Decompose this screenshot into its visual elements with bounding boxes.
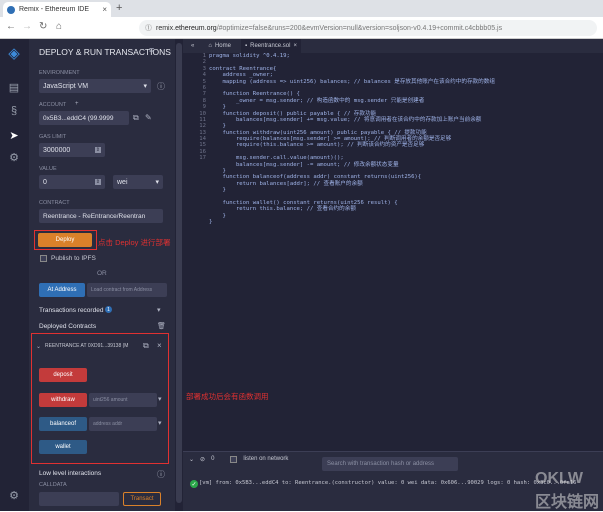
copy-icon[interactable]: ⧉ xyxy=(133,113,139,123)
deposit-button[interactable]: deposit xyxy=(39,368,87,382)
tab-reentrance[interactable]: ▪ Reentrance.sol × xyxy=(240,39,301,53)
contract-label: CONTRACT xyxy=(39,200,70,206)
transactions-count-badge: 1 xyxy=(105,306,112,313)
browser-tab-bar: Remix - Ethereum IDE × + xyxy=(0,0,603,17)
line-number: 17 xyxy=(199,155,206,162)
chevron-down-icon[interactable]: ▾ xyxy=(158,395,162,403)
value-label: VALUE xyxy=(39,166,57,172)
add-account-icon[interactable]: + xyxy=(75,101,79,107)
chevron-down-icon[interactable]: ▾ xyxy=(157,306,161,314)
deploy-icon[interactable]: ➤ xyxy=(6,127,22,143)
account-label: ACCOUNT xyxy=(39,102,67,108)
gas-limit-input[interactable]: 3000000 ⇕ xyxy=(39,143,105,157)
tab-home[interactable]: ⌂ Home xyxy=(204,39,235,53)
browser-tab[interactable]: Remix - Ethereum IDE × xyxy=(3,2,111,17)
at-address-input[interactable]: Load contract from Address xyxy=(87,283,167,297)
environment-select[interactable]: JavaScript VM ▾ xyxy=(39,79,151,93)
edit-icon[interactable]: ✎ xyxy=(145,113,152,122)
or-label: OR xyxy=(97,270,107,277)
trash-icon[interactable]: 🗑 xyxy=(157,322,166,330)
remix-logo-icon[interactable]: ◈ xyxy=(6,45,22,62)
deploy-annotation: 点击 Deploy 进行部署 xyxy=(98,238,171,247)
wallet-button[interactable]: wallet xyxy=(39,440,87,454)
deploy-button[interactable]: Deploy xyxy=(38,233,92,247)
chevron-down-icon: ▾ xyxy=(155,179,159,186)
stepper-icon[interactable]: ⇕ xyxy=(94,147,101,153)
balanceof-addr-input[interactable]: address addr xyxy=(89,417,157,431)
clear-console-icon[interactable]: ⊘ xyxy=(200,456,205,463)
chevron-down-icon: ▾ xyxy=(143,83,147,90)
success-check-icon: ✓ xyxy=(190,480,198,488)
at-address-button[interactable]: At Address xyxy=(39,283,85,297)
code-line: } xyxy=(209,219,213,226)
close-icon[interactable]: × xyxy=(293,43,297,49)
new-tab-icon[interactable]: + xyxy=(116,2,122,14)
calldata-input[interactable] xyxy=(39,492,119,506)
deploy-panel: DEPLOY & RUN TRANSACTIONS ≡ ENVIRONMENT … xyxy=(29,39,175,511)
deployed-contracts-label: Deployed Contracts xyxy=(39,323,97,330)
compiler-icon[interactable]: § xyxy=(6,103,22,119)
watermark: OKLW 区块链网 xyxy=(535,470,600,511)
calldata-label: CALLDATA xyxy=(39,482,67,488)
withdraw-button[interactable]: withdraw xyxy=(39,393,87,407)
editor-tabs: « ⌂ Home ▪ Reentrance.sol × xyxy=(183,39,603,53)
url-host: ethereum.org xyxy=(175,24,217,32)
not-secure-icon: ⓵ xyxy=(145,25,152,32)
reload-icon[interactable]: ↻ xyxy=(39,21,47,32)
gas-limit-label: GAS LIMIT xyxy=(39,134,67,140)
publish-ipfs-label: Publish to IPFS xyxy=(51,255,96,262)
instance-label: REENTRANCE AT 0XD91...39138 (M xyxy=(45,343,129,349)
close-tab-icon[interactable]: × xyxy=(102,5,107,14)
url-field[interactable]: ⓵ remix.ethereum.org/#optimize=false&run… xyxy=(139,20,597,36)
collapse-terminal-icon[interactable]: ⌄ xyxy=(189,456,194,463)
listen-network-checkbox[interactable] xyxy=(230,455,238,463)
tab-file-label: Reentrance.sol xyxy=(250,43,291,49)
scroll-thumb[interactable] xyxy=(176,43,182,503)
forward-icon[interactable]: → xyxy=(22,21,32,32)
close-icon[interactable]: × xyxy=(157,341,162,350)
home-icon: ⌂ xyxy=(208,43,212,49)
log-count: 0 xyxy=(211,456,215,462)
account-select[interactable]: 0x5B3...eddC4 (99.9999 xyxy=(39,111,129,125)
tab-nav-left[interactable]: « xyxy=(187,39,198,53)
chevron-down-icon[interactable]: ▾ xyxy=(158,419,162,427)
info-icon[interactable]: ⓘ xyxy=(157,81,165,92)
file-explorer-icon[interactable]: ▤ xyxy=(6,79,22,95)
info-icon[interactable]: ⓘ xyxy=(157,469,165,480)
panel-scrollbar[interactable] xyxy=(175,39,183,511)
copy-icon[interactable]: ⧉ xyxy=(143,341,149,351)
back-icon[interactable]: ← xyxy=(6,21,16,32)
panel-menu-icon[interactable]: ≡ xyxy=(149,45,154,55)
contract-select[interactable]: Reentrance - ReEntrance/Reentran xyxy=(39,209,163,223)
value-unit-select[interactable]: wei ▾ xyxy=(113,175,163,189)
url-rest: /#optimize=false&runs=200&evmVersion=nul… xyxy=(216,24,503,32)
transact-button[interactable]: Transact xyxy=(123,492,161,506)
terminal-search-input[interactable]: Search with transaction hash or address xyxy=(322,457,458,471)
url-prefix: remix. xyxy=(156,24,176,32)
plugin-manager-icon[interactable]: ⚙ xyxy=(6,149,22,165)
file-icon: ▪ xyxy=(244,43,248,49)
tab-home-label: Home xyxy=(214,43,231,49)
value-input[interactable]: 0 ⇕ xyxy=(39,175,105,189)
transactions-recorded-label[interactable]: Transactions recorded xyxy=(39,307,103,314)
low-level-interactions-label: Low level interactions xyxy=(39,470,102,477)
stepper-icon[interactable]: ⇕ xyxy=(94,179,101,185)
withdraw-amount-input[interactable]: uint256 amount xyxy=(89,393,157,407)
chevron-down-icon[interactable]: ⌄ xyxy=(36,343,41,350)
balanceof-button[interactable]: balanceof xyxy=(39,417,87,431)
publish-ipfs-checkbox[interactable] xyxy=(40,255,47,262)
settings-icon[interactable]: ⚙ xyxy=(6,487,22,503)
home-icon[interactable]: ⌂ xyxy=(56,21,62,32)
icon-rail: ◈ ▤ § ➤ ⚙ ⚙ xyxy=(0,39,29,511)
remix-favicon-icon xyxy=(7,5,15,14)
functions-annotation: 部署成功后会有函数调用 xyxy=(186,392,269,401)
listen-network-label: listen on network xyxy=(243,456,289,462)
environment-label: ENVIRONMENT xyxy=(39,70,80,76)
tab-title: Remix - Ethereum IDE xyxy=(19,6,90,13)
